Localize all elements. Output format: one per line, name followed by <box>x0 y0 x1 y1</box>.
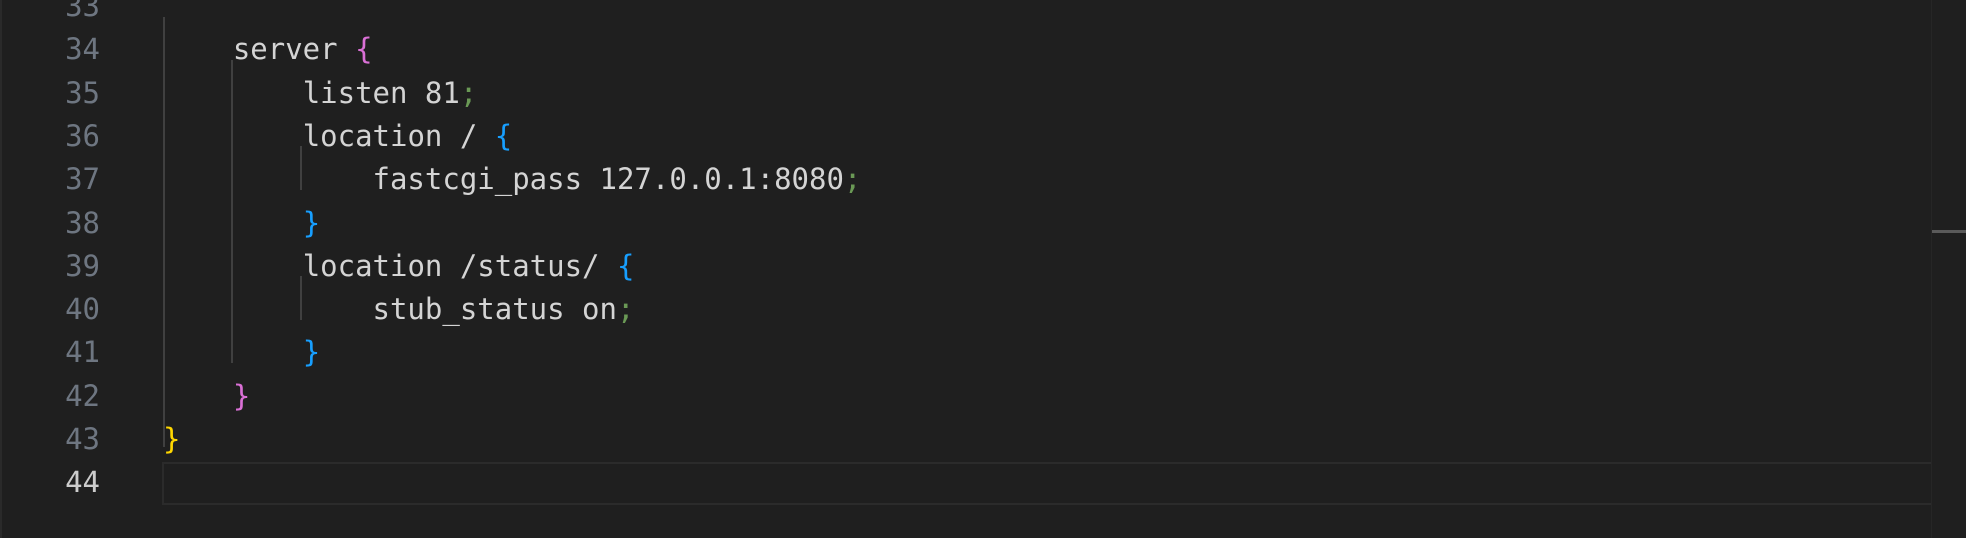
code-line[interactable]: 38 } <box>0 202 1930 245</box>
semicolon: ; <box>616 292 635 327</box>
brace: } <box>232 378 251 413</box>
code-text: location / { <box>163 118 513 153</box>
code-text: } <box>163 381 250 411</box>
line-number: 37 <box>65 162 100 197</box>
brace: } <box>302 205 321 240</box>
code-line[interactable]: 42 } <box>0 375 1930 418</box>
brace: } <box>163 422 181 456</box>
code-text: stub_status on; <box>163 292 635 327</box>
brace: } <box>302 335 321 370</box>
code-token: fastcgi_pass 127.0.0.1:8080 <box>372 162 844 197</box>
scrollbar-position-marker <box>1932 230 1966 233</box>
semicolon: ; <box>843 162 862 197</box>
code-line[interactable]: 40 stub_status on; <box>0 288 1930 331</box>
line-number: 33 <box>65 0 100 23</box>
code-line[interactable]: 33 <box>0 0 1930 28</box>
code-line[interactable]: 41 } <box>0 331 1930 374</box>
line-number: 38 <box>65 205 100 240</box>
brace: { <box>599 248 635 283</box>
code-line[interactable]: 34 server { <box>0 28 1930 71</box>
semicolon: ; <box>459 75 478 110</box>
code-line[interactable]: 35 listen 81; <box>0 72 1930 115</box>
code-token: location /status/ <box>302 248 600 283</box>
line-number: 35 <box>65 75 100 110</box>
line-number: 40 <box>65 292 100 327</box>
line-number: 41 <box>65 335 100 370</box>
code-token: listen 81 <box>302 75 460 110</box>
code-text: listen 81; <box>163 75 478 110</box>
code-text: fastcgi_pass 127.0.0.1:8080; <box>163 162 862 197</box>
code-text: } <box>163 424 180 454</box>
line-number: 44 <box>65 465 100 500</box>
code-text: } <box>163 208 320 238</box>
line-number: 42 <box>65 378 100 413</box>
code-editor[interactable]: 33 34 server {35 listen 81; 36 location / … <box>0 0 1966 538</box>
brace: { <box>337 32 373 67</box>
code-text: location /status/ { <box>163 248 635 283</box>
line-number: 36 <box>65 118 100 153</box>
code-line[interactable]: 44 <box>0 461 1930 504</box>
code-token: stub_status on <box>372 292 617 327</box>
code-text: } <box>163 337 320 367</box>
code-text: server { <box>163 34 373 64</box>
line-number: 34 <box>65 32 100 67</box>
code-line[interactable]: 39 location /status/ { <box>0 245 1930 288</box>
code-line[interactable]: 43} <box>0 418 1930 461</box>
code-token: server <box>232 32 338 67</box>
code-token: location / <box>302 118 478 153</box>
line-number: 43 <box>65 422 100 456</box>
brace: { <box>477 118 513 153</box>
line-number: 39 <box>65 248 100 283</box>
vertical-scrollbar[interactable] <box>1931 0 1966 538</box>
code-line[interactable]: 37 fastcgi_pass 127.0.0.1:8080; <box>0 158 1930 201</box>
code-line[interactable]: 36 location / { <box>0 115 1930 158</box>
